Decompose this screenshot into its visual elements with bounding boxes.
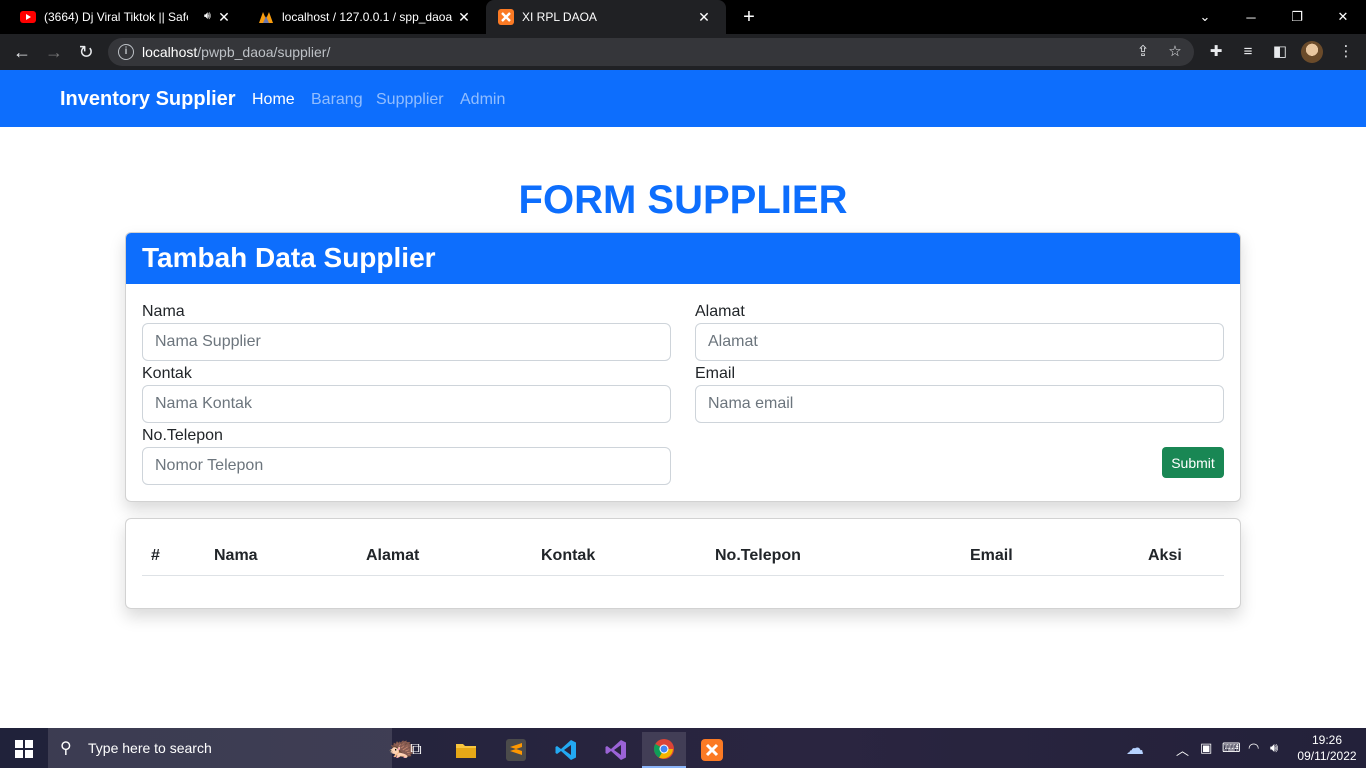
browser-tab-phpmyadmin[interactable]: localhost / 127.0.0.1 / spp_daoa / ✕ (246, 0, 486, 34)
browser-toolbar: ← → ↻ i localhost/pwpb_daoa/supplier/ ⇪ … (0, 34, 1366, 70)
kontak-label: Kontak (142, 365, 192, 382)
tab-title: localhost / 127.0.0.1 / spp_daoa / (282, 10, 454, 24)
reload-button[interactable]: ↻ (74, 40, 98, 64)
onedrive-cloud-icon[interactable]: ☁ (1126, 738, 1144, 759)
xampp-taskbar-icon[interactable] (690, 732, 734, 768)
navbar-brand[interactable]: Inventory Supplier (60, 88, 236, 111)
sublime-text-icon[interactable] (494, 732, 538, 768)
share-icon[interactable]: ⇪ (1134, 43, 1152, 61)
xampp-icon (498, 9, 514, 25)
submit-button[interactable]: Submit (1162, 447, 1224, 478)
search-icon: ⚲ (60, 740, 72, 757)
url-text: localhost/pwpb_daoa/supplier/ (142, 44, 331, 60)
meet-now-icon[interactable]: ▣ (1200, 740, 1212, 756)
menu-kebab-icon[interactable]: ⋮ (1336, 42, 1356, 62)
wifi-icon[interactable]: ◠ (1248, 740, 1259, 756)
browser-tab-youtube[interactable]: (3664) Dj Viral Tiktok || Safe / 🔊︎ ✕ (0, 0, 246, 34)
telepon-label: No.Telepon (142, 427, 223, 444)
tab-title: XI RPL DAOA (522, 10, 597, 24)
chrome-icon[interactable] (642, 732, 686, 768)
table-card: # Nama Alamat Kontak No.Telepon Email Ak… (125, 518, 1241, 609)
audio-playing-icon[interactable]: 🔊︎ (204, 10, 211, 23)
column-header-nama: Nama (214, 547, 258, 564)
nav-link-home[interactable]: Home (252, 91, 295, 109)
page-title: FORM SUPPLIER (518, 178, 848, 222)
email-input[interactable] (695, 385, 1224, 423)
nama-supplier-input[interactable] (142, 323, 671, 361)
address-bar[interactable]: i localhost/pwpb_daoa/supplier/ ⇪ ☆ (108, 38, 1194, 66)
chevron-down-icon[interactable]: ⌄ (1182, 0, 1228, 34)
back-button[interactable]: ← (10, 40, 34, 64)
tab-title: (3664) Dj Viral Tiktok || Safe / (44, 10, 188, 24)
taskbar-clock[interactable]: 19:26 09/11/2022 (1290, 732, 1364, 764)
column-header-telepon: No.Telepon (715, 547, 801, 564)
extensions-icon[interactable]: ✚ (1206, 42, 1226, 62)
top-navbar: Inventory Supplier Home Barang Suppplier… (0, 70, 1366, 127)
side-panel-icon[interactable]: ◧ (1270, 42, 1290, 62)
close-icon[interactable]: ✕ (216, 9, 232, 25)
media-control-icon[interactable]: ≡ (1238, 42, 1258, 62)
form-card-header: Tambah Data Supplier (126, 233, 1240, 284)
nav-link-supplier[interactable]: Suppplier (376, 91, 444, 109)
kontak-input[interactable] (142, 385, 671, 423)
column-header-number: # (151, 547, 160, 564)
input-method-icon[interactable]: ⌨ (1222, 740, 1241, 756)
form-card: Tambah Data Supplier Nama Alamat Kontak … (125, 232, 1241, 502)
youtube-icon (20, 9, 36, 25)
minimize-button[interactable]: ─ (1228, 0, 1274, 34)
alamat-label: Alamat (695, 303, 745, 320)
info-icon[interactable]: i (118, 44, 134, 60)
close-icon[interactable]: ✕ (696, 9, 712, 25)
star-icon[interactable]: ☆ (1166, 43, 1184, 61)
task-view-icon[interactable]: ⧉ (394, 732, 438, 768)
browser-tab-strip: (3664) Dj Viral Tiktok || Safe / 🔊︎ ✕ lo… (0, 0, 1366, 34)
nav-link-admin[interactable]: Admin (460, 91, 505, 109)
clock-date: 09/11/2022 (1297, 749, 1357, 763)
clock-time: 19:26 (1311, 733, 1343, 747)
new-tab-button[interactable]: + (738, 6, 760, 28)
alamat-input[interactable] (695, 323, 1224, 361)
restore-button[interactable]: ❐ (1274, 0, 1320, 34)
column-header-aksi: Aksi (1148, 547, 1182, 564)
chevron-up-icon[interactable]: ︿ (1176, 740, 1189, 759)
volume-icon[interactable]: 🔊︎ (1270, 740, 1278, 756)
search-placeholder: Type here to search (88, 740, 212, 756)
forward-button[interactable]: → (42, 40, 66, 64)
column-header-kontak: Kontak (541, 547, 596, 564)
column-header-email: Email (970, 547, 1013, 564)
telepon-input[interactable] (142, 447, 671, 485)
vscode-icon[interactable] (544, 732, 588, 768)
table-header-divider (142, 575, 1224, 576)
close-window-button[interactable]: ✕ (1320, 0, 1366, 34)
file-explorer-icon[interactable] (444, 732, 488, 768)
phpmyadmin-icon (258, 9, 274, 25)
windows-taskbar: ⚲ Type here to search 🦔 ⧉ ☁ ︿ ▣ ⌨ ◠ 🔊︎ 1… (0, 728, 1366, 768)
taskbar-search[interactable]: ⚲ Type here to search 🦔 (48, 728, 416, 768)
windows-start-icon[interactable] (15, 740, 33, 758)
nav-link-barang[interactable]: Barang (311, 91, 363, 109)
close-icon[interactable]: ✕ (456, 9, 472, 25)
email-label: Email (695, 365, 736, 382)
nama-label: Nama (142, 303, 185, 320)
visual-studio-icon[interactable] (594, 732, 638, 768)
column-header-alamat: Alamat (366, 547, 420, 564)
browser-tab-active[interactable]: XI RPL DAOA ✕ (486, 0, 726, 34)
avatar[interactable] (1301, 41, 1323, 63)
